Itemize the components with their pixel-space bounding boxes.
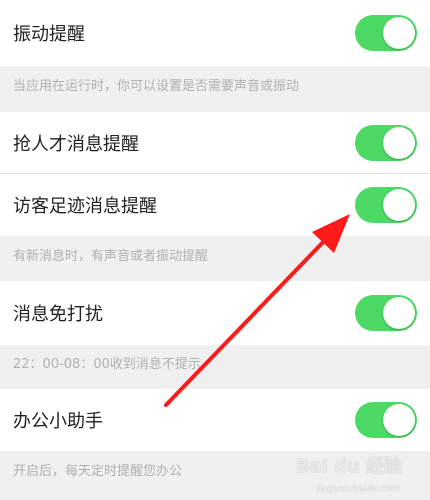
- notification-settings-page: 振动提醒 当应用在运行时，你可以设置是否需要声音或振动 抢人才消息提醒 访客足迹…: [0, 0, 430, 500]
- visitor-toggle[interactable]: [355, 187, 417, 223]
- hint-vibration: 当应用在运行时，你可以设置是否需要声音或振动: [13, 79, 300, 94]
- vibration-toggle[interactable]: [355, 15, 417, 51]
- setting-row-vibration[interactable]: 振动提醒: [0, 0, 430, 66]
- setting-label-talent: 抢人才消息提醒: [13, 134, 139, 155]
- setting-label-assistant: 办公小助手: [13, 411, 103, 432]
- setting-row-talent[interactable]: 抢人才消息提醒: [0, 112, 430, 174]
- setting-row-dnd[interactable]: 消息免打扰: [0, 281, 430, 345]
- toggle-knob: [383, 404, 415, 436]
- setting-label-visitor: 访客足迹消息提醒: [13, 196, 157, 217]
- dnd-toggle[interactable]: [355, 295, 417, 331]
- toggle-knob: [383, 297, 415, 329]
- watermark-url: jingyan.baidu.com: [316, 484, 400, 494]
- setting-row-assistant[interactable]: 办公小助手: [0, 389, 430, 451]
- toggle-knob: [383, 17, 415, 49]
- assistant-toggle[interactable]: [355, 402, 417, 438]
- setting-label-vibration: 振动提醒: [13, 24, 85, 45]
- hint-dnd-time: 22：00-08：00收到消息不提示: [13, 357, 201, 372]
- talent-toggle[interactable]: [355, 125, 417, 161]
- toggle-knob: [383, 127, 415, 159]
- watermark-logo: Bai du 经验: [295, 456, 402, 477]
- toggle-knob: [383, 189, 415, 221]
- setting-row-visitor[interactable]: 访客足迹消息提醒: [0, 174, 430, 236]
- hint-new-message: 有新消息时，有声音或者振动提醒: [13, 249, 209, 264]
- setting-label-dnd: 消息免打扰: [13, 304, 103, 325]
- hint-assistant: 开启后，每天定时提醒您办公: [13, 464, 183, 479]
